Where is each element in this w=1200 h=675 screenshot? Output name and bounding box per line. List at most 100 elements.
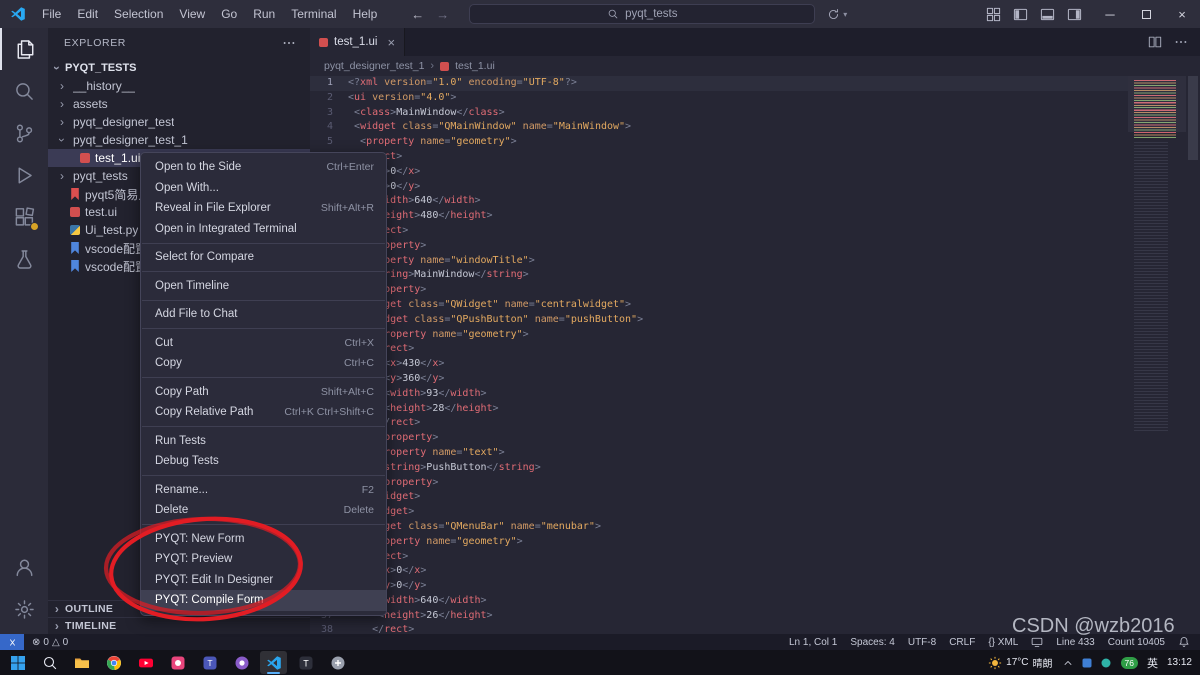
- code-line[interactable]: 20 <x>430</x>: [310, 357, 1128, 372]
- code-line[interactable]: 3 <class>MainWindow</class>: [310, 106, 1128, 121]
- activity-accounts[interactable]: [0, 546, 48, 588]
- code-line[interactable]: 4 <widget class="QMainWindow" name="Main…: [310, 120, 1128, 135]
- menu-item-pyqt-compile-form[interactable]: PYQT: Compile Form: [141, 590, 386, 611]
- code-line[interactable]: 6 <rect>: [310, 150, 1128, 165]
- back-icon[interactable]: ←: [411, 7, 424, 22]
- menu-file[interactable]: File: [34, 4, 69, 24]
- weather-widget[interactable]: 17°C 晴朗: [988, 655, 1052, 670]
- activity-extensions[interactable]: [0, 196, 48, 238]
- status-crlf[interactable]: CRLF: [949, 637, 975, 648]
- tray-teal-icon[interactable]: [1100, 657, 1112, 669]
- tree-item-pyqt-designer-test-1[interactable]: ›pyqt_designer_test_1: [48, 131, 310, 149]
- activity-testing[interactable]: [0, 238, 48, 280]
- tree-item-assets[interactable]: ›assets: [48, 95, 310, 113]
- menu-item-add-file-to-chat[interactable]: Add File to Chat: [141, 304, 386, 325]
- code-line[interactable]: 12 </property>: [310, 239, 1128, 254]
- code-line[interactable]: 8 <y>0</y>: [310, 180, 1128, 195]
- code-line[interactable]: 33 <rect>: [310, 550, 1128, 565]
- menu-edit[interactable]: Edit: [69, 4, 106, 24]
- code-line[interactable]: 18 <property name="geometry">: [310, 328, 1128, 343]
- code-line[interactable]: 28 </property>: [310, 476, 1128, 491]
- taskbar-file-explorer[interactable]: [68, 651, 95, 674]
- tab-test-1-ui[interactable]: test_1.ui ×: [310, 28, 405, 56]
- remote-indicator[interactable]: [0, 634, 24, 650]
- tray-blue-icon[interactable]: [1081, 657, 1093, 669]
- sync-button[interactable]: ▾: [827, 8, 847, 21]
- status-xml[interactable]: {} XML: [988, 637, 1018, 648]
- activity-settings[interactable]: [0, 588, 48, 630]
- taskbar-t-app[interactable]: T: [292, 651, 319, 674]
- code-line[interactable]: 35 <y>0</y>: [310, 579, 1128, 594]
- code-area[interactable]: 1<?xml version="1.0" encoding="UTF-8"?>2…: [310, 76, 1128, 634]
- code-line[interactable]: 27 <string>PushButton</string>: [310, 461, 1128, 476]
- code-line[interactable]: 14 <string>MainWindow</string>: [310, 268, 1128, 283]
- code-line[interactable]: 16 <widget class="QWidget" name="central…: [310, 298, 1128, 313]
- tree-item-pyqt-designer-test[interactable]: ›pyqt_designer_test: [48, 113, 310, 131]
- taskbar-purple-app[interactable]: [228, 651, 255, 674]
- menu-item-open-to-the-side[interactable]: Open to the SideCtrl+Enter: [141, 157, 386, 178]
- code-line[interactable]: 2<ui version="4.0">: [310, 91, 1128, 106]
- minimize-button[interactable]: ─: [1092, 0, 1128, 28]
- taskbar-pink-app[interactable]: [164, 651, 191, 674]
- taskbar-youtube[interactable]: [132, 651, 159, 674]
- problems-indicator[interactable]: ⊗0 △0: [24, 637, 76, 648]
- menu-item-open-in-integrated-terminal[interactable]: Open in Integrated Terminal: [141, 219, 386, 240]
- layout-grid-icon[interactable]: [986, 7, 1001, 22]
- ellipsis-icon[interactable]: [1174, 35, 1188, 49]
- menu-item-delete[interactable]: DeleteDelete: [141, 500, 386, 521]
- panel-right-icon[interactable]: [1067, 7, 1082, 22]
- code-line[interactable]: 5 <property name="geometry">: [310, 135, 1128, 150]
- status-spaces-4[interactable]: Spaces: 4: [850, 637, 894, 648]
- code-line[interactable]: 11 </rect>: [310, 224, 1128, 239]
- menu-terminal[interactable]: Terminal: [283, 4, 344, 24]
- menu-view[interactable]: View: [171, 4, 213, 24]
- code-line[interactable]: 13 <property name="windowTitle">: [310, 254, 1128, 269]
- project-section-header[interactable]: › PYQT_TESTS: [48, 58, 310, 77]
- status-line-433[interactable]: Line 433: [1056, 637, 1094, 648]
- panel-left-icon[interactable]: [1013, 7, 1028, 22]
- taskbar-chrome[interactable]: [100, 651, 127, 674]
- menu-run[interactable]: Run: [245, 4, 283, 24]
- code-line[interactable]: 38 </rect>: [310, 623, 1128, 634]
- menu-item-copy-relative-path[interactable]: Copy Relative PathCtrl+K Ctrl+Shift+C: [141, 402, 386, 423]
- menu-item-run-tests[interactable]: Run Tests: [141, 431, 386, 452]
- menu-selection[interactable]: Selection: [106, 4, 171, 24]
- menu-item-debug-tests[interactable]: Debug Tests: [141, 451, 386, 472]
- code-line[interactable]: 9 <width>640</width>: [310, 194, 1128, 209]
- breadcrumb-item[interactable]: pyqt_designer_test_1: [324, 60, 424, 72]
- code-line[interactable]: 29 </widget>: [310, 490, 1128, 505]
- panel-bottom-icon[interactable]: [1040, 7, 1055, 22]
- menu-help[interactable]: Help: [345, 4, 386, 24]
- menu-item-cut[interactable]: CutCtrl+X: [141, 333, 386, 354]
- code-line[interactable]: 37 <height>26</height>: [310, 609, 1128, 624]
- code-line[interactable]: 36 <width>640</width>: [310, 594, 1128, 609]
- split-editor-icon[interactable]: [1148, 35, 1162, 49]
- code-line[interactable]: 26 <property name="text">: [310, 446, 1128, 461]
- ellipsis-icon[interactable]: [282, 36, 296, 50]
- command-search[interactable]: pyqt_tests: [469, 4, 815, 24]
- menu-item-copy-path[interactable]: Copy PathShift+Alt+C: [141, 382, 386, 403]
- code-line[interactable]: 19 <rect>: [310, 342, 1128, 357]
- menu-item-select-for-compare[interactable]: Select for Compare: [141, 247, 386, 268]
- bell-icon[interactable]: [1178, 636, 1190, 648]
- editor-scrollbar[interactable]: [1186, 76, 1200, 634]
- status-ln-1-col-1[interactable]: Ln 1, Col 1: [789, 637, 837, 648]
- close-button[interactable]: ×: [1164, 0, 1200, 28]
- menu-item-pyqt-new-form[interactable]: PYQT: New Form: [141, 529, 386, 550]
- menu-item-copy[interactable]: CopyCtrl+C: [141, 353, 386, 374]
- menu-item-rename[interactable]: Rename...F2: [141, 480, 386, 501]
- minimap[interactable]: [1128, 76, 1186, 634]
- code-line[interactable]: 34 <x>0</x>: [310, 564, 1128, 579]
- activity-explorer[interactable]: [0, 28, 48, 70]
- activity-source-control[interactable]: [0, 112, 48, 154]
- input-method-indicator[interactable]: 英: [1147, 655, 1158, 671]
- menu-item-open-with[interactable]: Open With...: [141, 178, 386, 199]
- code-line[interactable]: 25 </property>: [310, 431, 1128, 446]
- clock[interactable]: 13:12: [1167, 657, 1192, 668]
- code-line[interactable]: 15 </property>: [310, 283, 1128, 298]
- activity-search[interactable]: [0, 70, 48, 112]
- timeline-section[interactable]: › TIMELINE: [48, 617, 310, 634]
- taskbar-search[interactable]: [36, 651, 63, 674]
- taskbar-gray-app[interactable]: [324, 651, 351, 674]
- taskbar-start[interactable]: [4, 651, 31, 674]
